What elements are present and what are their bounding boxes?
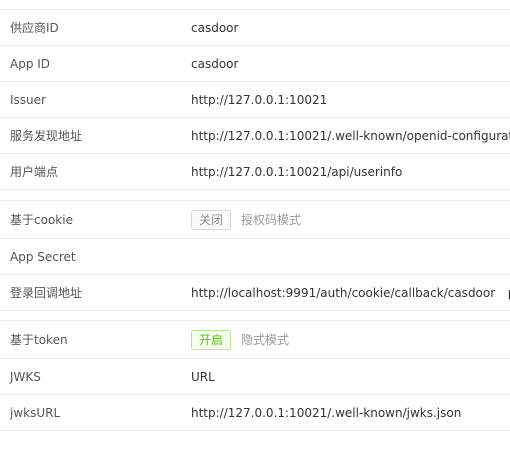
- provider-id-label: 供应商ID: [10, 21, 59, 35]
- callback-url-label: 登录回调地址: [10, 286, 83, 300]
- section-divider-2: [0, 311, 510, 321]
- table-top-border: [0, 0, 510, 10]
- token-label: 基于token: [10, 333, 68, 347]
- app-secret-label: App Secret: [10, 249, 76, 264]
- row-issuer: Issuer http://127.0.0.1:10021: [0, 82, 510, 118]
- section-divider: [0, 190, 510, 201]
- row-cookie: 基于cookie 关闭 授权码模式: [0, 201, 510, 239]
- token-mode-text: 隐式模式: [241, 333, 290, 347]
- callback-url-value: http://localhost:9991/auth/cookie/callba…: [191, 286, 510, 300]
- jwks-url-label: jwksURL: [10, 405, 61, 420]
- jwks-url-value: http://127.0.0.1:10021/.well-known/jwks.…: [191, 405, 462, 420]
- issuer-label: Issuer: [10, 92, 46, 107]
- discovery-url-value: http://127.0.0.1:10021/.well-known/openi…: [191, 128, 510, 143]
- token-value: 开启 隐式模式: [191, 329, 290, 350]
- provider-id-value: casdoor: [191, 20, 239, 35]
- row-app-id: App ID casdoor: [0, 46, 510, 82]
- app-id-value: casdoor: [191, 56, 239, 71]
- userinfo-endpoint-label: 用户端点: [10, 165, 59, 179]
- row-app-secret: App Secret: [0, 239, 510, 275]
- cookie-mode-text: 授权码模式: [241, 213, 302, 227]
- row-jwks: JWKS URL: [0, 359, 510, 395]
- row-jwks-url: jwksURL http://127.0.0.1:10021/.well-kno…: [0, 395, 510, 431]
- row-discovery-url: 服务发现地址 http://127.0.0.1:10021/.well-know…: [0, 118, 510, 154]
- row-userinfo-endpoint: 用户端点 http://127.0.0.1:10021/api/userinfo: [0, 154, 510, 190]
- token-status-badge[interactable]: 开启: [191, 329, 232, 350]
- issuer-value: http://127.0.0.1:10021: [191, 92, 328, 107]
- cookie-status-badge[interactable]: 关闭: [191, 209, 232, 230]
- jwks-value: URL: [191, 369, 215, 384]
- callback-url-text: http://localhost:9991/auth/cookie/callba…: [191, 285, 496, 300]
- cookie-label: 基于cookie: [10, 213, 73, 227]
- app-id-label: App ID: [10, 56, 51, 71]
- row-callback-url: 登录回调地址 http://localhost:9991/auth/cookie…: [0, 275, 510, 311]
- discovery-url-label: 服务发现地址: [10, 129, 83, 143]
- row-provider-id: 供应商ID casdoor: [0, 10, 510, 46]
- provider-config-table: 供应商ID casdoor App ID casdoor Issuer http…: [0, 0, 510, 431]
- userinfo-endpoint-value: http://127.0.0.1:10021/api/userinfo: [191, 164, 403, 179]
- cookie-value: 关闭 授权码模式: [191, 209, 302, 230]
- row-token: 基于token 开启 隐式模式: [0, 321, 510, 359]
- jwks-label: JWKS: [10, 369, 41, 384]
